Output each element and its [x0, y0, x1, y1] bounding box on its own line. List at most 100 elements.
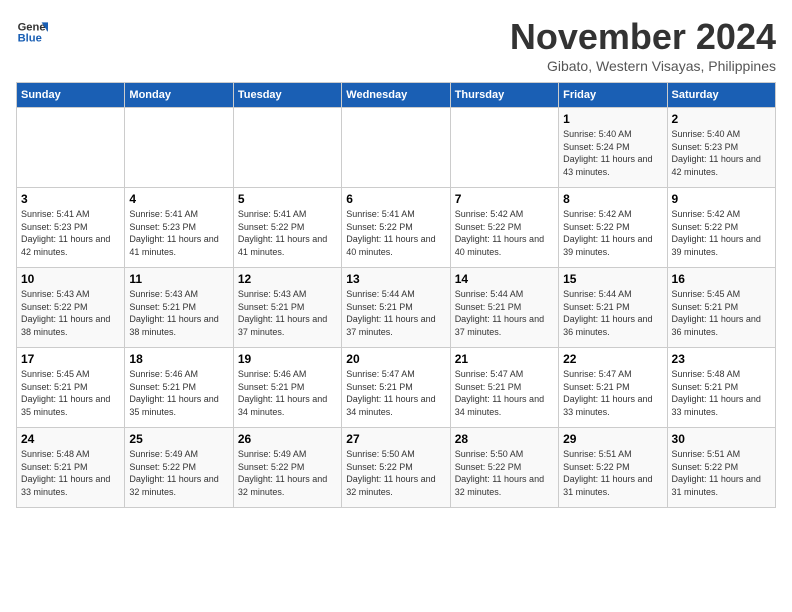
day-cell: 19 Sunrise: 5:46 AM Sunset: 5:21 PM Dayli… [233, 348, 341, 428]
day-cell: 22 Sunrise: 5:47 AM Sunset: 5:21 PM Dayli… [559, 348, 667, 428]
day-cell: 17 Sunrise: 5:45 AM Sunset: 5:21 PM Dayli… [17, 348, 125, 428]
day-info: Sunrise: 5:41 AM Sunset: 5:23 PM Dayligh… [21, 208, 120, 258]
title-area: November 2024 Gibato, Western Visayas, P… [510, 16, 776, 74]
calendar-table: SundayMondayTuesdayWednesdayThursdayFrid… [16, 82, 776, 508]
day-cell [17, 108, 125, 188]
month-title: November 2024 [510, 16, 776, 58]
day-info: Sunrise: 5:46 AM Sunset: 5:21 PM Dayligh… [129, 368, 228, 418]
day-cell: 11 Sunrise: 5:43 AM Sunset: 5:21 PM Dayli… [125, 268, 233, 348]
week-row-2: 3 Sunrise: 5:41 AM Sunset: 5:23 PM Daylig… [17, 188, 776, 268]
day-cell: 25 Sunrise: 5:49 AM Sunset: 5:22 PM Dayli… [125, 428, 233, 508]
day-info: Sunrise: 5:46 AM Sunset: 5:21 PM Dayligh… [238, 368, 337, 418]
day-cell [233, 108, 341, 188]
day-cell: 20 Sunrise: 5:47 AM Sunset: 5:21 PM Dayli… [342, 348, 450, 428]
day-cell: 8 Sunrise: 5:42 AM Sunset: 5:22 PM Daylig… [559, 188, 667, 268]
header: General Blue November 2024 Gibato, Weste… [16, 16, 776, 74]
day-cell: 10 Sunrise: 5:43 AM Sunset: 5:22 PM Dayli… [17, 268, 125, 348]
day-info: Sunrise: 5:49 AM Sunset: 5:22 PM Dayligh… [238, 448, 337, 498]
day-info: Sunrise: 5:45 AM Sunset: 5:21 PM Dayligh… [672, 288, 771, 338]
day-number: 20 [346, 352, 445, 366]
day-number: 18 [129, 352, 228, 366]
day-number: 23 [672, 352, 771, 366]
day-number: 4 [129, 192, 228, 206]
day-number: 17 [21, 352, 120, 366]
day-number: 3 [21, 192, 120, 206]
week-row-5: 24Sunrise: 5:48 AM Sunset: 5:21 PM Dayli… [17, 428, 776, 508]
weekday-friday: Friday [559, 83, 667, 108]
day-cell: 24Sunrise: 5:48 AM Sunset: 5:21 PM Dayli… [17, 428, 125, 508]
day-info: Sunrise: 5:44 AM Sunset: 5:21 PM Dayligh… [563, 288, 662, 338]
day-info: Sunrise: 5:41 AM Sunset: 5:23 PM Dayligh… [129, 208, 228, 258]
calendar-body: 1 Sunrise: 5:40 AM Sunset: 5:24 PM Daylig… [17, 108, 776, 508]
day-cell: 4 Sunrise: 5:41 AM Sunset: 5:23 PM Daylig… [125, 188, 233, 268]
day-cell: 1 Sunrise: 5:40 AM Sunset: 5:24 PM Daylig… [559, 108, 667, 188]
day-number: 7 [455, 192, 554, 206]
weekday-monday: Monday [125, 83, 233, 108]
day-number: 15 [563, 272, 662, 286]
day-cell: 15 Sunrise: 5:44 AM Sunset: 5:21 PM Dayli… [559, 268, 667, 348]
day-number: 22 [563, 352, 662, 366]
day-number: 19 [238, 352, 337, 366]
day-cell: 6 Sunrise: 5:41 AM Sunset: 5:22 PM Daylig… [342, 188, 450, 268]
day-number: 21 [455, 352, 554, 366]
day-number: 13 [346, 272, 445, 286]
day-info: Sunrise: 5:42 AM Sunset: 5:22 PM Dayligh… [455, 208, 554, 258]
day-cell: 13 Sunrise: 5:44 AM Sunset: 5:21 PM Dayli… [342, 268, 450, 348]
day-info: Sunrise: 5:47 AM Sunset: 5:21 PM Dayligh… [563, 368, 662, 418]
day-number: 16 [672, 272, 771, 286]
logo-icon: General Blue [16, 16, 48, 48]
day-number: 2 [672, 112, 771, 126]
day-number: 29 [563, 432, 662, 446]
day-number: 1 [563, 112, 662, 126]
day-number: 28 [455, 432, 554, 446]
day-cell: 27Sunrise: 5:50 AM Sunset: 5:22 PM Dayli… [342, 428, 450, 508]
day-number: 11 [129, 272, 228, 286]
week-row-4: 17 Sunrise: 5:45 AM Sunset: 5:21 PM Dayli… [17, 348, 776, 428]
day-cell: 9 Sunrise: 5:42 AM Sunset: 5:22 PM Daylig… [667, 188, 775, 268]
day-info: Sunrise: 5:51 AM Sunset: 5:22 PM Dayligh… [563, 448, 662, 498]
day-cell: 29 Sunrise: 5:51 AM Sunset: 5:22 PM Dayli… [559, 428, 667, 508]
day-info: Sunrise: 5:42 AM Sunset: 5:22 PM Dayligh… [672, 208, 771, 258]
week-row-1: 1 Sunrise: 5:40 AM Sunset: 5:24 PM Daylig… [17, 108, 776, 188]
svg-text:Blue: Blue [18, 33, 42, 45]
location: Gibato, Western Visayas, Philippines [510, 58, 776, 74]
day-info: Sunrise: 5:41 AM Sunset: 5:22 PM Dayligh… [238, 208, 337, 258]
day-info: Sunrise: 5:44 AM Sunset: 5:21 PM Dayligh… [346, 288, 445, 338]
day-cell [125, 108, 233, 188]
day-info: Sunrise: 5:49 AM Sunset: 5:22 PM Dayligh… [129, 448, 228, 498]
day-info: Sunrise: 5:48 AM Sunset: 5:21 PM Dayligh… [21, 448, 120, 498]
day-number: 5 [238, 192, 337, 206]
day-number: 27 [346, 432, 445, 446]
day-info: Sunrise: 5:43 AM Sunset: 5:21 PM Dayligh… [238, 288, 337, 338]
day-cell [342, 108, 450, 188]
weekday-saturday: Saturday [667, 83, 775, 108]
day-info: Sunrise: 5:47 AM Sunset: 5:21 PM Dayligh… [346, 368, 445, 418]
day-info: Sunrise: 5:43 AM Sunset: 5:22 PM Dayligh… [21, 288, 120, 338]
day-info: Sunrise: 5:48 AM Sunset: 5:21 PM Dayligh… [672, 368, 771, 418]
day-info: Sunrise: 5:45 AM Sunset: 5:21 PM Dayligh… [21, 368, 120, 418]
logo: General Blue [16, 16, 48, 48]
day-info: Sunrise: 5:41 AM Sunset: 5:22 PM Dayligh… [346, 208, 445, 258]
day-info: Sunrise: 5:47 AM Sunset: 5:21 PM Dayligh… [455, 368, 554, 418]
day-info: Sunrise: 5:43 AM Sunset: 5:21 PM Dayligh… [129, 288, 228, 338]
day-number: 6 [346, 192, 445, 206]
day-number: 25 [129, 432, 228, 446]
day-info: Sunrise: 5:42 AM Sunset: 5:22 PM Dayligh… [563, 208, 662, 258]
day-cell: 5 Sunrise: 5:41 AM Sunset: 5:22 PM Daylig… [233, 188, 341, 268]
day-cell: 14Sunrise: 5:44 AM Sunset: 5:21 PM Dayli… [450, 268, 558, 348]
day-cell: 28Sunrise: 5:50 AM Sunset: 5:22 PM Dayli… [450, 428, 558, 508]
day-number: 8 [563, 192, 662, 206]
day-cell: 12Sunrise: 5:43 AM Sunset: 5:21 PM Dayli… [233, 268, 341, 348]
day-info: Sunrise: 5:40 AM Sunset: 5:23 PM Dayligh… [672, 128, 771, 178]
day-cell: 2 Sunrise: 5:40 AM Sunset: 5:23 PM Daylig… [667, 108, 775, 188]
day-number: 10 [21, 272, 120, 286]
day-info: Sunrise: 5:40 AM Sunset: 5:24 PM Dayligh… [563, 128, 662, 178]
day-cell: 16 Sunrise: 5:45 AM Sunset: 5:21 PM Dayli… [667, 268, 775, 348]
day-number: 26 [238, 432, 337, 446]
day-number: 9 [672, 192, 771, 206]
weekday-header-row: SundayMondayTuesdayWednesdayThursdayFrid… [17, 83, 776, 108]
day-number: 30 [672, 432, 771, 446]
day-number: 14 [455, 272, 554, 286]
day-cell: 18 Sunrise: 5:46 AM Sunset: 5:21 PM Dayli… [125, 348, 233, 428]
day-info: Sunrise: 5:51 AM Sunset: 5:22 PM Dayligh… [672, 448, 771, 498]
